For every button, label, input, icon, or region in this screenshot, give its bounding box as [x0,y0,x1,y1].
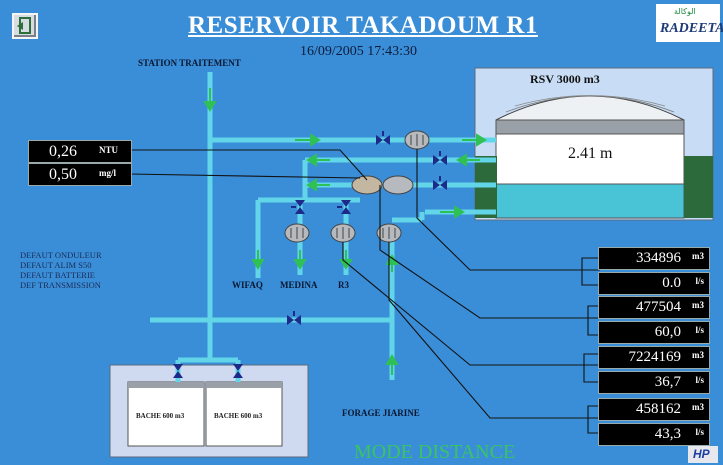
meter-volume-unit: m3 [692,402,704,412]
bache-reservoirs [109,364,309,458]
bache-label-2: BACHE 600 m3 [214,412,263,420]
alarm-item: DEFAUT BATTERIE [20,270,96,280]
hp-logo-text: HP [693,447,710,461]
alarm-item: DEF TRANSMISSION [20,280,101,290]
reservoir-tank [474,67,714,221]
meter-4-volume: 458162 m3 [598,398,710,421]
page-title: RESERVOIR TAKADOUM R1 [188,12,538,39]
meter-flow-unit: l/s [695,276,704,286]
chlorine-value: 0,50 [49,166,77,183]
logo-text: RADEETA [660,21,723,36]
bache-label-1: BACHE 600 m3 [136,412,185,420]
meter-2-flow: 60,0 l/s [598,321,710,344]
hp-logo: HP [688,446,718,463]
forage-label: FORAGE JIARINE [342,408,420,418]
scada-screen: RESERVOIR TAKADOUM R1 16/09/2005 17:43:3… [0,0,723,465]
turbidity-value: 0,26 [49,143,77,160]
meter-volume-unit: m3 [692,251,704,261]
wifaq-label: WIFAQ [232,280,263,290]
alarm-item: DEFAUT ALIM S50 [20,260,92,270]
meter-flow-unit: l/s [695,427,704,437]
turbidity-display: 0,26 NTU [28,140,132,163]
exit-button[interactable] [12,13,38,39]
alarm-list: DEFAUT ONDULEUR DEFAUT ALIM S50 DEFAUT B… [20,250,102,290]
exit-icon [17,17,31,34]
meter-volume-value: 7224169 [628,349,682,365]
chlorine-display: 0,50 mg/l [28,163,132,186]
meter-1-volume: 334896 m3 [598,247,710,270]
medina-label: MEDINA [280,280,318,290]
alarm-item: DEFAUT ONDULEUR [20,250,102,260]
meter-volume-value: 458162 [636,401,681,417]
station-label: STATION TRAITEMENT [138,58,241,68]
r3-label: R3 [338,280,349,290]
meter-volume-value: 334896 [636,250,681,266]
pipes [150,72,496,382]
meter-flow-value: 43,3 [654,426,681,442]
meter-volume-unit: m3 [692,300,704,310]
meter-volume-unit: m3 [692,350,704,360]
turbidity-unit: NTU [99,145,119,155]
mode-status: MODE DISTANCE [354,441,516,463]
valves [173,131,447,378]
tank-level-value: 2.41 m [568,145,613,162]
meter-flow-unit: l/s [695,325,704,335]
meter-2-volume: 477504 m3 [598,296,710,319]
meter-flow-unit: l/s [695,375,704,385]
chlorine-unit: mg/l [99,168,116,178]
logo-arabic: الوكالة [674,7,696,16]
meter-volume-value: 477504 [636,299,681,315]
meter-flow-value: 60,0 [654,324,681,340]
meter-flow-value: 0.0 [662,275,681,291]
reservoir-label: RSV 3000 m3 [530,72,600,86]
meter-flow-value: 36,7 [654,374,681,390]
meter-3-flow: 36,7 l/s [598,371,710,394]
meter-3-volume: 7224169 m3 [598,346,710,369]
datetime-display: 16/09/2005 17:43:30 [300,44,418,59]
meter-1-flow: 0.0 l/s [598,272,710,295]
meter-4-flow: 43,3 l/s [598,423,710,446]
process-diagram [109,67,714,458]
radeeta-logo: الوكالة RADEETA [656,4,723,42]
